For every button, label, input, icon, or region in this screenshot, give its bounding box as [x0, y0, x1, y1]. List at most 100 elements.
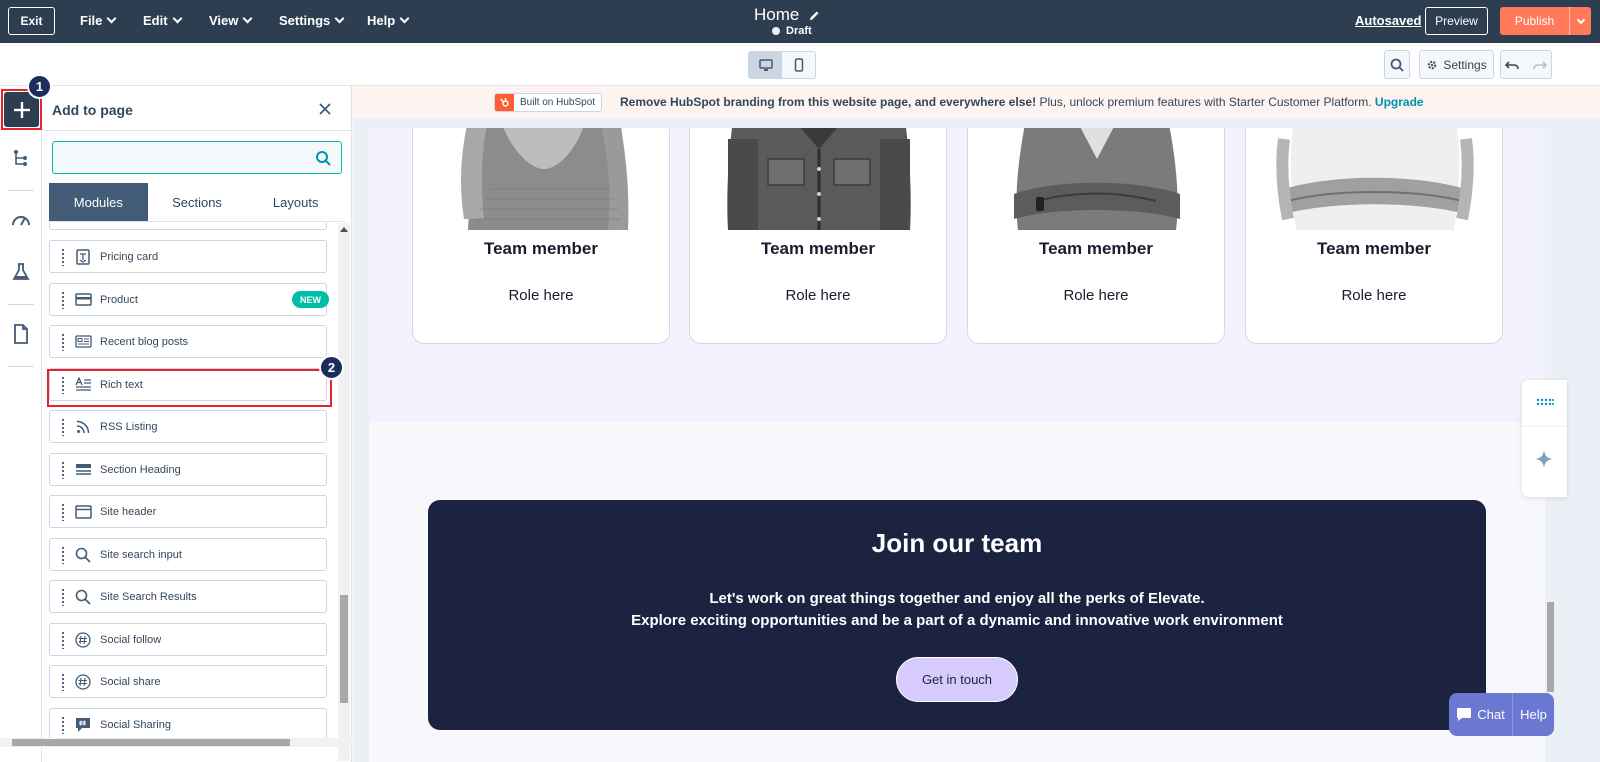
tab-layouts[interactable]: Layouts [246, 183, 345, 221]
module-item[interactable]: Site header [49, 495, 327, 528]
site-header-icon [74, 503, 92, 521]
settings-button[interactable]: Settings [1419, 50, 1494, 79]
banner-message: Remove HubSpot branding from this websit… [620, 95, 1424, 109]
search-button[interactable] [1384, 50, 1410, 79]
module-item[interactable]: Section Heading [49, 453, 327, 486]
drag-handle-icon[interactable] [61, 545, 65, 564]
menu-edit[interactable]: Edit [143, 13, 183, 28]
exit-button[interactable]: Exit [8, 7, 55, 35]
rail-divider [8, 304, 34, 305]
panel-title: Add to page [52, 102, 133, 118]
team-section[interactable]: Team member Role here Team member Role h… [369, 128, 1545, 422]
drag-handle-icon[interactable] [61, 587, 65, 606]
module-search-input[interactable] [53, 142, 303, 173]
built-on-hubspot-badge: Built on HubSpot [494, 93, 603, 112]
menu-help[interactable]: Help [367, 13, 410, 28]
team-member-role: Role here [1063, 287, 1129, 304]
chevron-down-icon [242, 13, 253, 24]
mobile-view-button[interactable] [782, 52, 815, 78]
drag-handle-icon[interactable] [61, 247, 65, 266]
module-item[interactable]: Product NEW [49, 283, 329, 316]
social-icon [74, 673, 92, 691]
team-card[interactable]: Team member Role here [689, 128, 947, 344]
module-item[interactable]: Site Search Results [49, 580, 327, 613]
desktop-view-button[interactable] [749, 52, 782, 78]
drag-handle-icon[interactable] [61, 715, 65, 734]
blog-posts-icon [74, 333, 92, 351]
pricing-card-icon [74, 248, 92, 266]
team-member-photo [996, 128, 1198, 230]
drag-handle-icon[interactable] [61, 290, 65, 309]
undo-icon[interactable] [1505, 59, 1520, 71]
team-card[interactable]: Team member Role here [412, 128, 670, 344]
module-item[interactable]: RSS Listing [49, 410, 327, 443]
pencil-icon[interactable] [809, 10, 820, 21]
redo-icon[interactable] [1532, 59, 1547, 71]
module-label: Social Sharing [100, 718, 171, 731]
panel-horizontal-scrollbar[interactable] [0, 738, 352, 747]
editor-toolbar: Settings [0, 43, 1600, 86]
banner-bold-text: Remove HubSpot branding from this websit… [620, 95, 1037, 109]
publish-button[interactable]: Publish [1500, 7, 1569, 35]
step-badge-2: 2 [319, 355, 344, 380]
search-icon[interactable] [315, 150, 331, 166]
drag-handle-icon[interactable] [61, 502, 65, 521]
scroll-up-arrow-icon[interactable] [340, 227, 348, 232]
sparkle-icon[interactable] [1534, 449, 1554, 469]
floating-tools-divider [1522, 426, 1567, 427]
document-icon[interactable] [11, 324, 31, 344]
autosaved-link[interactable]: Autosaved [1355, 13, 1421, 28]
module-item[interactable]: Social share [49, 665, 327, 698]
upgrade-link[interactable]: Upgrade [1375, 95, 1424, 109]
new-badge: NEW [292, 291, 329, 308]
panel-horizontal-scroll-thumb[interactable] [12, 739, 290, 746]
chevron-down-icon [106, 13, 117, 24]
team-member-photo [718, 128, 920, 230]
drag-handle-icon[interactable] [61, 630, 65, 649]
chat-button[interactable]: Chat [1449, 693, 1513, 736]
drag-handle-icon[interactable] [61, 332, 65, 351]
help-button[interactable]: Help [1513, 693, 1554, 736]
menu-file[interactable]: File [80, 13, 117, 28]
module-item[interactable]: Site search input [49, 538, 327, 571]
team-member-name: Team member [1316, 239, 1431, 258]
team-card[interactable]: Team member Role here [1245, 128, 1503, 344]
publish-options-button[interactable] [1569, 7, 1591, 35]
module-item[interactable]: Social follow [49, 623, 327, 656]
menu-view[interactable]: View [209, 13, 253, 28]
close-icon[interactable] [318, 102, 332, 116]
module-item[interactable]: Recent blog posts [49, 325, 327, 358]
team-card[interactable]: Team member Role here [967, 128, 1225, 344]
grid-dots-icon[interactable] [1536, 397, 1554, 407]
beaker-icon[interactable] [11, 262, 31, 282]
drag-handle-icon[interactable] [61, 417, 65, 436]
module-item-partial[interactable] [49, 223, 327, 230]
panel-scrollbar[interactable] [338, 223, 350, 761]
module-item[interactable]: Pricing card [49, 240, 327, 273]
search-icon [74, 546, 92, 564]
menu-settings[interactable]: Settings [279, 13, 345, 28]
chat-bubble-icon [1457, 708, 1472, 721]
canvas-scroll-thumb[interactable] [1547, 602, 1554, 692]
module-label: RSS Listing [100, 420, 158, 433]
speedometer-icon[interactable] [11, 210, 31, 230]
tab-modules[interactable]: Modules [49, 183, 148, 221]
module-label: Site Search Results [100, 590, 197, 603]
chat-label: Chat [1477, 707, 1505, 722]
drag-handle-icon[interactable] [61, 672, 65, 691]
get-in-touch-button[interactable]: Get in touch [896, 657, 1018, 702]
social-icon [74, 631, 92, 649]
module-item[interactable]: Social Sharing [49, 708, 327, 741]
page-title[interactable]: Home [754, 5, 820, 25]
tab-sections[interactable]: Sections [148, 183, 247, 221]
module-label: Site header [100, 505, 157, 518]
module-label: Social follow [100, 633, 162, 646]
menu-settings-label: Settings [279, 13, 331, 28]
status-badge: Draft [772, 25, 812, 37]
preview-button[interactable]: Preview [1425, 7, 1488, 35]
drag-handle-icon[interactable] [61, 460, 65, 479]
panel-scroll-thumb[interactable] [340, 595, 348, 703]
module-label: Social share [100, 675, 161, 688]
layers-tree-icon[interactable] [11, 148, 31, 168]
join-our-team-section[interactable]: Join our team Let's work on great things… [428, 500, 1486, 730]
